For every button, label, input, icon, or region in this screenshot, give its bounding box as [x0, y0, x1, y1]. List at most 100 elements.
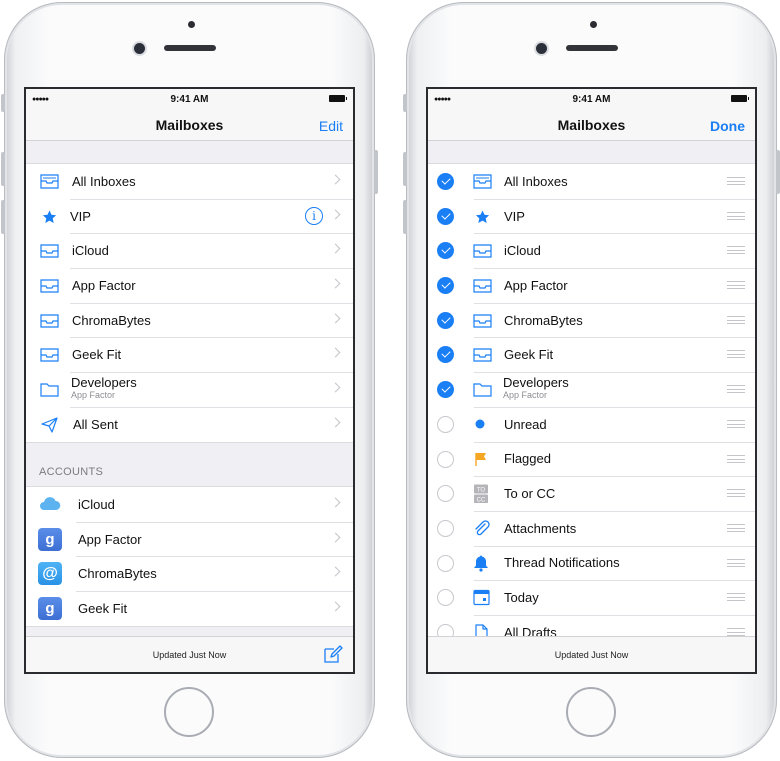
to-glyph: TO — [477, 488, 486, 494]
reorder-handle-icon[interactable] — [727, 558, 745, 567]
screen-mailboxes-edit: ●●●●● 9:41 AM Mailboxes Done All Inboxes… — [426, 87, 757, 674]
front-camera — [536, 43, 547, 54]
iphone-left: ●●●●● 9:41 AM Mailboxes Edit All Inboxes… — [1, 2, 378, 758]
mailbox-label: All Sent — [73, 416, 118, 432]
mailbox-row-chromabytes[interactable]: ChromaBytes — [26, 302, 353, 338]
chevron-right-icon — [330, 243, 341, 254]
mailbox-label: Thread Notifications — [504, 555, 620, 571]
empty-circle-icon[interactable] — [437, 589, 454, 607]
chevron-right-icon — [330, 209, 341, 220]
mailbox-row-developers[interactable]: Developers App Factor — [26, 372, 353, 407]
inbox-icon — [473, 279, 492, 293]
at-icon: @ — [38, 562, 62, 586]
power-button — [776, 150, 780, 194]
edit-row-developers[interactable]: Developers App Factor — [428, 372, 755, 407]
checkmark-circle-icon[interactable] — [437, 207, 454, 225]
folder-icon — [40, 383, 59, 397]
account-row-app-factor[interactable]: g App Factor — [26, 521, 353, 557]
home-button[interactable] — [566, 687, 616, 737]
chevron-right-icon — [330, 532, 341, 543]
mute-switch — [1, 94, 5, 112]
mailbox-label: App Factor — [72, 277, 136, 293]
edit-row-vip[interactable]: VIP — [428, 198, 755, 234]
reorder-handle-icon[interactable] — [727, 419, 745, 428]
mailbox-row-all-sent[interactable]: All Sent — [26, 406, 353, 442]
mailbox-row-app-factor[interactable]: App Factor — [26, 268, 353, 303]
edit-row-flagged[interactable]: Flagged — [428, 441, 755, 477]
bottom-toolbar: Updated Just Now — [26, 636, 353, 672]
empty-circle-icon[interactable] — [437, 519, 454, 537]
edit-row-chromabytes[interactable]: ChromaBytes — [428, 302, 755, 338]
account-row-icloud[interactable]: iCloud — [26, 487, 353, 522]
google-icon: g — [38, 597, 62, 621]
proximity-sensor — [590, 21, 597, 28]
reorder-handle-icon[interactable] — [727, 211, 745, 220]
reorder-handle-icon[interactable] — [727, 523, 745, 532]
edit-button[interactable]: Edit — [319, 118, 343, 134]
edit-row-geek-fit[interactable]: Geek Fit — [428, 337, 755, 372]
battery-icon — [329, 95, 347, 102]
edit-row-today[interactable]: Today — [428, 580, 755, 615]
reorder-handle-icon[interactable] — [727, 246, 745, 255]
edit-row-icloud[interactable]: iCloud — [428, 233, 755, 268]
status-time: 9:41 AM — [572, 93, 611, 105]
chevron-right-icon — [330, 382, 341, 393]
checkmark-circle-icon[interactable] — [437, 242, 454, 260]
chevron-right-icon — [330, 417, 341, 428]
empty-circle-icon[interactable] — [437, 485, 454, 503]
signal-icon: ●●●●● — [434, 96, 451, 103]
mailbox-label: VIP — [504, 208, 525, 224]
front-camera — [134, 43, 145, 54]
reorder-handle-icon[interactable] — [727, 177, 745, 185]
reorder-handle-icon[interactable] — [727, 454, 745, 463]
chevron-right-icon — [330, 313, 341, 324]
mailbox-label: All Inboxes — [504, 173, 568, 189]
reorder-handle-icon[interactable] — [727, 489, 745, 498]
edit-row-unread[interactable]: Unread — [428, 406, 755, 442]
checkmark-circle-icon[interactable] — [437, 277, 454, 295]
mailbox-sublabel: App Factor — [503, 390, 548, 401]
reorder-handle-icon[interactable] — [727, 385, 745, 394]
navigation-bar: Mailboxes Edit — [26, 109, 353, 141]
reorder-handle-icon[interactable] — [727, 593, 745, 602]
inbox-icon — [40, 348, 59, 363]
info-icon[interactable]: i — [305, 206, 323, 225]
mailbox-row-vip[interactable]: VIP i — [26, 198, 353, 234]
reorder-handle-icon[interactable] — [727, 350, 745, 359]
chevron-right-icon — [330, 174, 341, 185]
reorder-handle-icon[interactable] — [727, 627, 745, 636]
reorder-handle-icon[interactable] — [727, 281, 745, 290]
checkmark-circle-icon[interactable] — [437, 311, 454, 329]
empty-circle-icon[interactable] — [437, 450, 454, 468]
home-button[interactable] — [164, 687, 214, 737]
edit-row-thread-notifications[interactable]: Thread Notifications — [428, 545, 755, 581]
nav-title: Mailboxes — [557, 116, 626, 133]
checkmark-circle-icon[interactable] — [437, 346, 454, 364]
mailbox-row-all-inboxes[interactable]: All Inboxes — [26, 164, 353, 199]
mailbox-label: Geek Fit — [504, 347, 554, 363]
edit-row-app-factor[interactable]: App Factor — [428, 268, 755, 303]
edit-row-to-or-cc[interactable]: TO CC To or CC — [428, 476, 755, 511]
account-row-geek-fit[interactable]: g Geek Fit — [26, 591, 353, 626]
edit-row-attachments[interactable]: Attachments — [428, 510, 755, 546]
power-button — [374, 150, 378, 194]
reorder-handle-icon[interactable] — [727, 315, 745, 324]
empty-circle-icon[interactable] — [437, 415, 454, 433]
compose-icon[interactable] — [323, 645, 343, 664]
mailbox-row-icloud[interactable]: iCloud — [26, 233, 353, 268]
account-row-chromabytes[interactable]: @ ChromaBytes — [26, 556, 353, 591]
edit-row-all-inboxes[interactable]: All Inboxes — [428, 164, 755, 199]
chevron-right-icon — [330, 347, 341, 358]
unread-dot-icon — [475, 419, 485, 429]
done-button[interactable]: Done — [710, 118, 745, 134]
bell-icon — [474, 555, 488, 572]
mailbox-row-geek-fit[interactable]: Geek Fit — [26, 337, 353, 372]
checkmark-circle-icon[interactable] — [437, 381, 454, 399]
star-icon — [42, 210, 57, 223]
checkmark-circle-icon[interactable] — [437, 173, 454, 190]
navigation-bar: Mailboxes Done — [428, 109, 755, 141]
iphone-right: ●●●●● 9:41 AM Mailboxes Done All Inboxes… — [403, 2, 780, 758]
status-time: 9:41 AM — [170, 93, 209, 105]
empty-circle-icon[interactable] — [437, 554, 454, 572]
update-status: Updated Just Now — [152, 649, 227, 660]
